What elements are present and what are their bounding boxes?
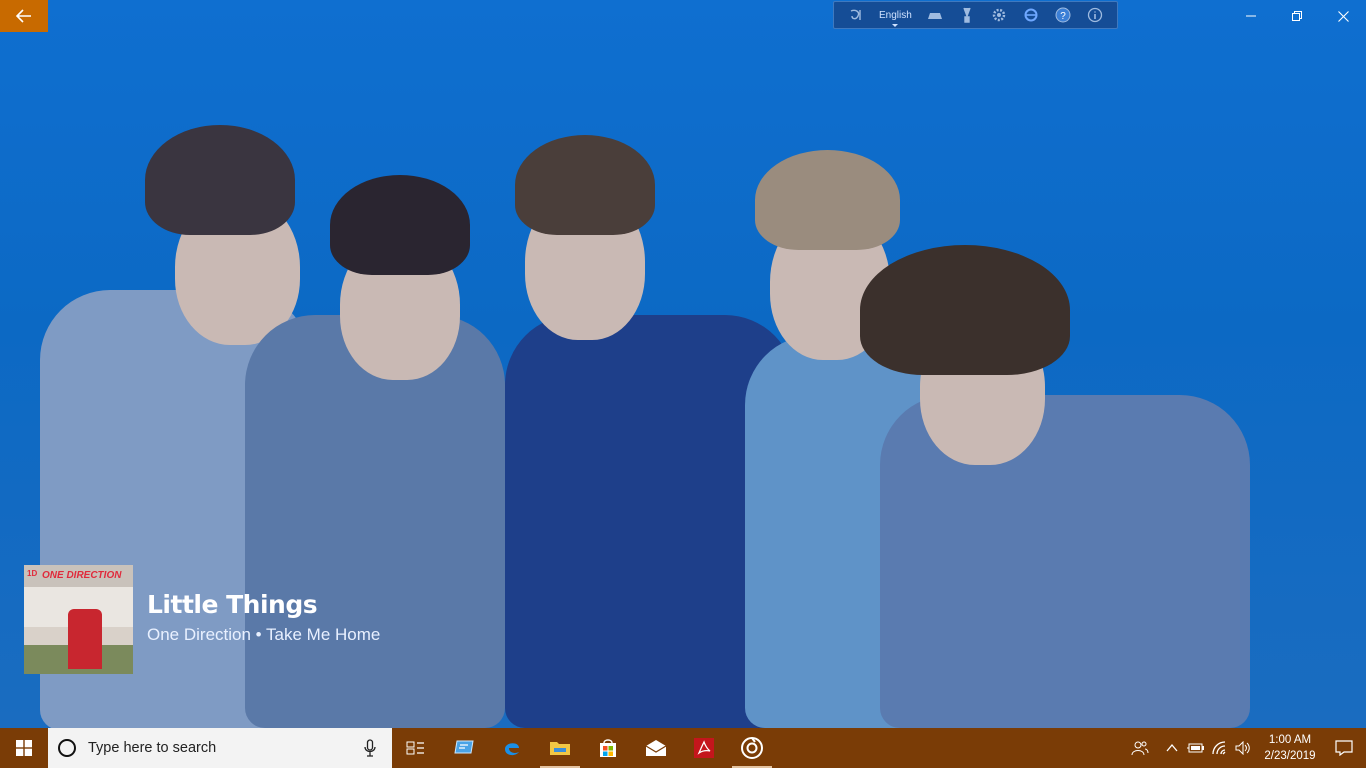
handwriting-icon[interactable]	[958, 6, 976, 24]
search-box[interactable]: Type here to search	[48, 728, 392, 768]
help-icon[interactable]: ?	[1054, 6, 1072, 24]
track-info: Little Things One Direction • Take Me Ho…	[147, 590, 380, 645]
clock-date: 2/23/2019	[1264, 750, 1316, 762]
taskbar-app-acrobat[interactable]	[680, 728, 728, 768]
track-title: Little Things	[147, 590, 318, 619]
people-icon	[1131, 741, 1149, 756]
album-art-badge: 1D	[27, 569, 38, 578]
mail-icon	[645, 740, 667, 756]
store-icon	[600, 739, 616, 757]
speaker-icon	[1235, 741, 1250, 755]
cortana-icon	[58, 739, 76, 757]
folder-icon	[550, 742, 570, 755]
people-button[interactable]	[1120, 728, 1160, 768]
album-art[interactable]: ONE DIRECTION 1D	[24, 565, 133, 674]
taskbar-app-edge[interactable]	[488, 728, 536, 768]
start-button[interactable]	[0, 728, 48, 768]
edge-icon	[505, 743, 519, 756]
show-hidden-icons-button[interactable]	[1160, 728, 1184, 768]
gear-icon[interactable]	[990, 6, 1008, 24]
back-button[interactable]	[0, 0, 48, 32]
notification-icon	[1335, 740, 1353, 756]
now-playing-panel: ONE DIRECTION 1D Little Things One Direc…	[24, 565, 380, 674]
windows-logo-icon	[16, 740, 32, 756]
volume-button[interactable]	[1232, 728, 1256, 768]
system-tray: 1:00 AM 2/23/2019	[1120, 728, 1366, 768]
taskbar-app-file-explorer[interactable]	[536, 728, 584, 768]
close-button[interactable]	[1320, 0, 1366, 32]
taskbar-app-remote-desktop[interactable]	[440, 728, 488, 768]
album-art-text: ONE DIRECTION	[42, 570, 122, 581]
window-controls	[1228, 0, 1366, 32]
network-button[interactable]	[1208, 728, 1232, 768]
language-bar: English ?	[833, 1, 1118, 29]
internet-explorer-icon[interactable]	[1022, 6, 1040, 24]
info-icon[interactable]	[1086, 6, 1104, 24]
wifi-icon	[1212, 741, 1226, 755]
taskbar-app-groove-music[interactable]	[728, 728, 776, 768]
language-selector[interactable]: English	[879, 10, 912, 27]
battery-icon	[1187, 743, 1204, 753]
svg-text:?: ?	[1060, 11, 1066, 22]
back-arrow-icon	[16, 9, 31, 23]
chevron-up-icon	[1166, 744, 1178, 752]
keyboard-icon[interactable]	[926, 6, 944, 24]
clock-time: 1:00 AM	[1268, 734, 1312, 746]
task-view-icon	[406, 741, 424, 755]
acrobat-icon	[694, 738, 714, 758]
taskbar-app-store[interactable]	[584, 728, 632, 768]
action-center-button[interactable]	[1322, 728, 1366, 768]
taskbar-app-mail[interactable]	[632, 728, 680, 768]
microphone-icon[interactable]	[360, 738, 380, 758]
task-view-button[interactable]	[392, 728, 440, 768]
restore-button[interactable]	[1274, 0, 1320, 32]
search-placeholder: Type here to search	[88, 740, 217, 756]
minimize-button[interactable]	[1228, 0, 1274, 32]
remote-desktop-icon	[454, 740, 474, 754]
groove-music-icon	[741, 737, 763, 759]
battery-button[interactable]	[1184, 728, 1208, 768]
taskbar: Type here to search 1:00 AM 2/23/2019	[0, 728, 1366, 768]
clock[interactable]: 1:00 AM 2/23/2019	[1258, 732, 1322, 764]
artist-figure	[860, 245, 1260, 728]
minimize-icon	[1246, 15, 1256, 17]
track-artist-album[interactable]: One Direction • Take Me Home	[147, 625, 380, 645]
ime-icon[interactable]	[847, 6, 865, 24]
restore-icon	[1292, 11, 1302, 21]
close-icon	[1337, 10, 1349, 22]
